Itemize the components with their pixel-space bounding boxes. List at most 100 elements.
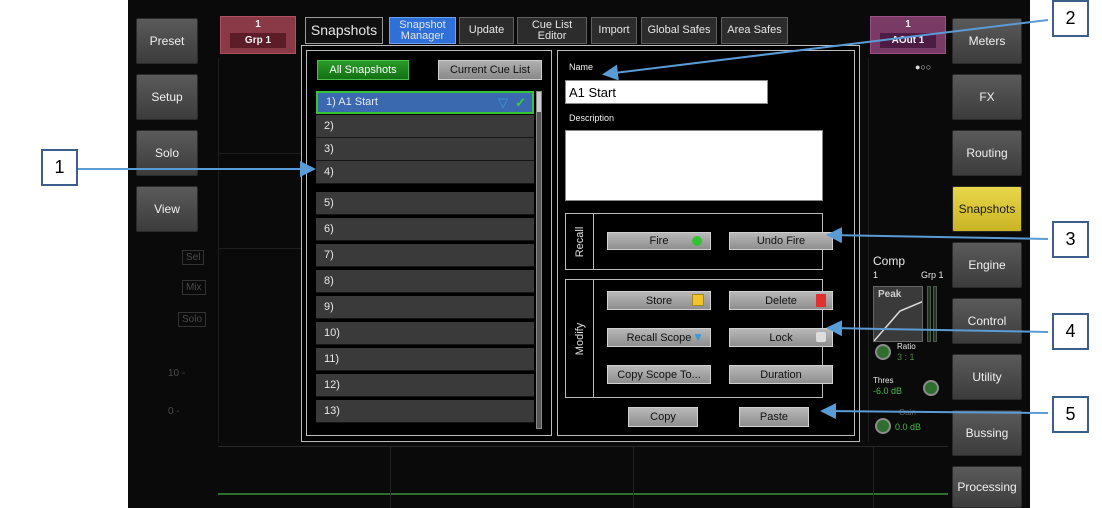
list-item[interactable]: 5) [316,192,534,215]
modify-tag: Modify [566,280,594,397]
callout-2: 2 [1052,0,1089,37]
name-label: Name [569,62,594,72]
comp-right-label: Grp 1 [921,270,944,280]
modify-section: Modify Store Delete Recall Scope ▼ Lock [565,279,833,398]
tab-cue-list-editor[interactable]: Cue List Editor [517,17,587,44]
comp-left-label: 1 [873,270,879,280]
scale-0: 0 - [168,406,180,417]
strip-solo-label: Solo [178,312,207,327]
console-screen: Preset Setup Solo View Sel Mix Solo 10 -… [128,0,1030,508]
comp-meter-right [933,286,937,342]
list-item[interactable]: 6) [316,218,534,241]
preset-key[interactable]: Preset [136,18,198,64]
scope-filter-icon: ▼ [692,330,704,344]
list-item[interactable]: 3) [316,138,534,161]
copy-scope-button[interactable]: Copy Scope To... [607,365,711,384]
ratio-value: 3 : 1 [897,352,915,362]
gain-value: 0.0 dB [895,422,922,432]
recall-scope-button[interactable]: Recall Scope ▼ [607,328,711,347]
left-channel-area [218,58,301,442]
fx-key[interactable]: FX [952,74,1022,120]
list-item[interactable]: 7) [316,244,534,267]
setup-key[interactable]: Setup [136,74,198,120]
lock-button[interactable]: Lock [729,328,833,347]
duration-button[interactable]: Duration [729,365,833,384]
comp-graph: Peak [873,286,923,342]
callout-5: 5 [1052,396,1089,433]
right-channel-box[interactable]: 1 AOut 1 [870,16,946,54]
fire-led-icon [692,236,702,246]
paste-button[interactable]: Paste [739,407,809,427]
right-channel-name: AOut 1 [879,33,937,48]
snapshots-key[interactable]: Snapshots [952,186,1022,232]
right-channel-num: 1 [905,19,911,30]
meters-key[interactable]: Meters [952,18,1022,64]
list-item[interactable]: 2) [316,115,534,138]
copy-button[interactable]: Copy [628,407,698,427]
comp-meter-left [927,286,931,342]
thres-value: -6.0 dB [873,386,903,396]
trash-icon [816,294,826,307]
callout-1: 1 [41,149,78,186]
left-channel-box[interactable]: 1 Grp 1 [220,16,296,54]
tab-snapshot-manager[interactable]: Snapshot Manager [389,17,456,44]
recall-section: Recall Fire Undo Fire [565,213,833,270]
snapshot-list[interactable]: 1) A1 Start ▽ ✓ 2) 3) 4) 5) 6) 7) 8) 9) … [316,91,544,429]
tab-update[interactable]: Update [459,17,514,44]
snapshot-manager-panel: All Snapshots Current Cue List 1) A1 Sta… [301,45,860,442]
save-icon [692,294,704,306]
list-item[interactable]: 12) [316,374,534,397]
list-item[interactable]: 9) [316,296,534,319]
checkmark-icon: ✓ [515,95,526,110]
thres-knob-icon[interactable] [923,380,939,396]
tab-area-safes[interactable]: Area Safes [721,17,788,44]
callout-3: 3 [1052,221,1089,258]
ratio-label: Ratio [897,342,916,351]
scale-10: 10 - [168,368,186,379]
ratio-knob-icon[interactable] [875,344,891,360]
list-scrollbar[interactable] [536,91,542,429]
solo-key[interactable]: Solo [136,130,198,176]
name-field[interactable]: A1 Start [565,80,768,104]
left-channel-name: Grp 1 [229,33,287,48]
control-key[interactable]: Control [952,298,1022,344]
callout-4: 4 [1052,313,1089,350]
list-item[interactable]: 11) [316,348,534,371]
gain-label: Gain [899,408,916,417]
thres-label: Thres [873,376,894,385]
gain-knob-icon[interactable] [875,418,891,434]
comp-title: Comp [873,254,906,268]
tab-global-safes[interactable]: Global Safes [641,17,717,44]
description-field[interactable] [565,130,823,201]
strip-mix-label: Mix [182,280,206,295]
engine-key[interactable]: Engine [952,242,1022,288]
list-item-selected[interactable]: 1) A1 Start ▽ ✓ [316,91,534,114]
snapshot-list-frame: All Snapshots Current Cue List 1) A1 Sta… [306,50,552,436]
list-item[interactable]: 4) [316,161,534,184]
delete-button[interactable]: Delete [729,291,833,310]
description-label: Description [569,113,615,123]
list-item[interactable]: 13) [316,400,534,423]
routing-key[interactable]: Routing [952,130,1022,176]
left-channel-num: 1 [255,19,261,30]
fire-button[interactable]: Fire [607,232,711,250]
bussing-key[interactable]: Bussing [952,410,1022,456]
all-snapshots-button[interactable]: All Snapshots [317,60,409,80]
lock-icon [816,332,826,342]
right-processing-strip: ●○○ Comp 1 Grp 1 Peak Ratio 3 : 1 Thres … [868,58,948,442]
undo-fire-button[interactable]: Undo Fire [729,232,833,250]
recall-tag: Recall [566,214,594,269]
store-button[interactable]: Store [607,291,711,310]
filter-icon[interactable]: ▽ [498,93,508,112]
list-item[interactable]: 8) [316,270,534,293]
utility-key[interactable]: Utility [952,354,1022,400]
bottom-strip [218,446,948,508]
page-dots[interactable]: ●○○ [915,62,931,72]
tab-import[interactable]: Import [591,17,637,44]
processing-key[interactable]: Processing [952,466,1022,508]
current-cue-list-button[interactable]: Current Cue List [438,60,542,80]
snapshots-title: Snapshots [305,17,383,44]
strip-sel-label: Sel [182,250,205,265]
list-item[interactable]: 10) [316,322,534,345]
view-key[interactable]: View [136,186,198,232]
